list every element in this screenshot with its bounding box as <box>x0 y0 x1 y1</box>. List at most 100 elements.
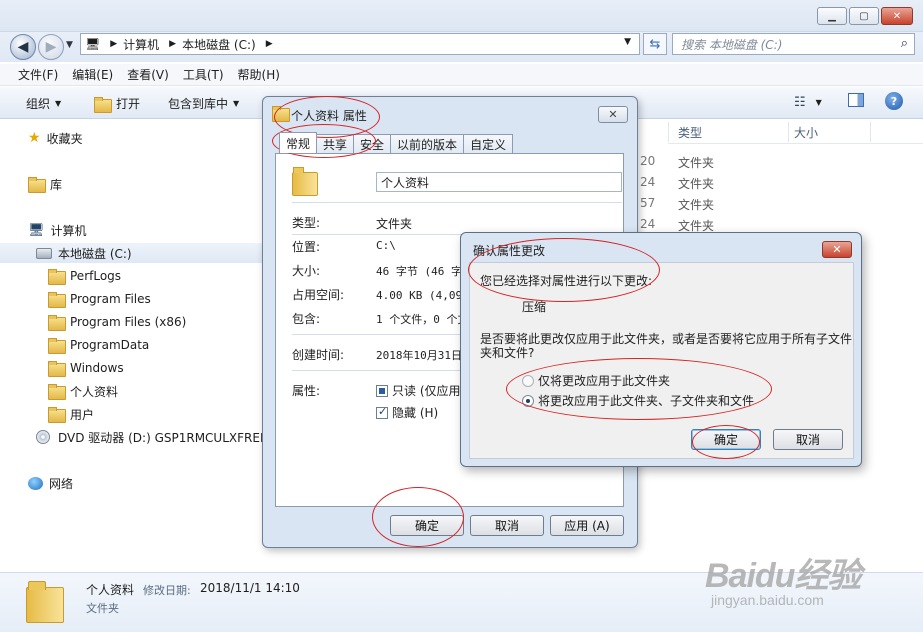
dvd-icon <box>36 430 50 444</box>
open-button[interactable]: 打开 <box>94 95 140 113</box>
refresh-button[interactable]: ⇆ <box>643 33 667 55</box>
library-icon <box>28 177 46 193</box>
question-text: 是否要将此更改仅应用于此文件夹，或者是否要将它应用于所有子文件夹和文件? <box>480 332 853 360</box>
minimize-button[interactable]: ▁ <box>817 7 847 25</box>
preview-pane-button[interactable] <box>848 93 864 107</box>
tree-label: Windows <box>70 361 124 375</box>
folder-icon <box>48 338 66 354</box>
apply-folder-only-radio[interactable]: 仅将更改应用于此文件夹 <box>522 372 670 389</box>
properties-close-button[interactable]: ✕ <box>598 106 628 123</box>
breadcrumb-local-disk[interactable]: 本地磁盘 (C:) <box>182 36 256 53</box>
confirm-ok-button[interactable]: 确定 <box>691 429 761 450</box>
tree-dvd-drive[interactable]: DVD 驱动器 (D:) GSP1RMCULXFRER <box>0 427 268 447</box>
tree-label: Program Files <box>70 292 151 306</box>
folder-large-icon <box>292 166 322 198</box>
maximize-button[interactable]: ▢ <box>849 7 879 25</box>
computer-small-icon: 🖥 <box>85 37 101 51</box>
tab-customize[interactable]: 自定义 <box>463 134 514 153</box>
close-icon: ✕ <box>832 243 842 256</box>
column-separator[interactable] <box>668 122 669 142</box>
tree-favorites[interactable]: ★ 收藏夹 <box>0 128 83 148</box>
tab-sharing[interactable]: 共享 <box>316 134 355 153</box>
organize-button[interactable]: 组织 ▼ <box>26 95 61 112</box>
properties-apply-button[interactable]: 应用 (A) <box>550 515 624 536</box>
folder-icon <box>48 292 66 308</box>
star-icon: ★ <box>28 130 41 146</box>
close-button[interactable]: ✕ <box>881 7 913 25</box>
tab-general[interactable]: 常规 <box>279 132 318 153</box>
tree-folder-program-files[interactable]: Program Files <box>0 289 151 309</box>
file-list-row[interactable]: 57 文件夹 <box>640 193 923 214</box>
apply-all-subfolders-radio[interactable]: 将更改应用于此文件夹、子文件夹和文件 <box>522 392 754 409</box>
hidden-checkbox[interactable]: 隐藏 (H) <box>376 404 438 421</box>
menu-file[interactable]: 文件(F) <box>18 66 58 83</box>
view-options-button[interactable]: ☷ ▼ <box>794 95 822 110</box>
folder-name-value: 个人资料 <box>381 175 430 190</box>
help-button[interactable]: ? <box>885 92 903 110</box>
folder-name-field[interactable]: 个人资料 <box>376 172 622 192</box>
back-button[interactable]: ◀ <box>10 34 36 60</box>
size-label: 大小: <box>292 264 321 278</box>
type-value: 文件夹 <box>376 217 413 231</box>
tree-local-disk[interactable]: 本地磁盘 (C:) <box>0 243 262 263</box>
tree-label: Program Files (x86) <box>70 315 187 329</box>
breadcrumb-arrow-icon[interactable]: ▶ <box>169 39 176 49</box>
column-header-size[interactable]: 大小 <box>794 124 818 141</box>
column-separator[interactable] <box>788 122 789 142</box>
file-list-row[interactable]: 20 文件夹 <box>640 151 923 172</box>
menu-edit[interactable]: 编辑(E) <box>72 66 113 83</box>
confirm-cancel-button[interactable]: 取消 <box>773 429 843 450</box>
search-input[interactable]: 搜索 本地磁盘 (C:) ⌕ <box>672 33 915 55</box>
address-bar[interactable]: 🖥 ▶ 计算机 ▶ 本地磁盘 (C:) ▶ ▼ <box>80 33 640 55</box>
include-in-library-button[interactable]: 包含到库中 ▼ <box>168 95 239 112</box>
file-list-row[interactable]: 24 文件夹 <box>640 172 923 193</box>
navigation-pane: ★ 收藏夹 库 🖥 计算机 本地磁盘 (C:) PerfLogs Program… <box>0 120 268 572</box>
tree-folder-personal-data[interactable]: 个人资料 <box>0 381 118 401</box>
menu-tools[interactable]: 工具(T) <box>183 66 224 83</box>
recent-pages-chevron-icon[interactable]: ▼ <box>66 40 73 50</box>
column-header-type[interactable]: 类型 <box>678 124 702 141</box>
menu-view[interactable]: 查看(V) <box>127 66 169 83</box>
row-type: 文件夹 <box>678 177 715 191</box>
forward-button[interactable]: ▶ <box>38 34 64 60</box>
tree-folder-program-files-x86[interactable]: Program Files (x86) <box>0 312 186 332</box>
include-library-label: 包含到库中 <box>168 97 229 111</box>
tree-network[interactable]: 网络 <box>0 473 73 493</box>
tree-computer[interactable]: 🖥 计算机 <box>0 220 87 240</box>
breadcrumb-arrow-icon[interactable]: ▶ <box>110 39 117 49</box>
network-icon <box>28 476 43 490</box>
tree-label: DVD 驱动器 (D:) GSP1RMCULXFRER <box>58 430 269 445</box>
menu-bar: 文件(F) 编辑(E) 查看(V) 工具(T) 帮助(H) <box>0 64 923 86</box>
tree-folder-programdata[interactable]: ProgramData <box>0 335 149 355</box>
search-icon[interactable]: ⌕ <box>901 36 908 51</box>
row-date: 57 <box>640 196 656 210</box>
computer-icon: 🖥 <box>28 222 45 238</box>
watermark-sub: jingyan.baidu.com <box>711 592 824 608</box>
tree-folder-windows[interactable]: Windows <box>0 358 124 378</box>
breadcrumb-arrow-icon[interactable]: ▶ <box>266 39 273 49</box>
tab-previous-versions[interactable]: 以前的版本 <box>390 134 465 153</box>
column-separator[interactable] <box>870 122 871 142</box>
breadcrumb-computer[interactable]: 计算机 <box>123 36 159 53</box>
folder-title-icon <box>272 106 290 122</box>
tree-label: 库 <box>50 177 63 192</box>
menu-help[interactable]: 帮助(H) <box>238 66 280 83</box>
radio-indicator <box>522 375 534 387</box>
organize-label: 组织 <box>26 97 51 111</box>
confirm-close-button[interactable]: ✕ <box>822 241 852 258</box>
file-list-header: 类型 大小 <box>668 120 923 144</box>
chevron-down-icon: ▼ <box>55 99 62 108</box>
hidden-label: 隐藏 (H) <box>392 406 439 420</box>
properties-cancel-button[interactable]: 取消 <box>470 515 544 536</box>
option1-label: 仅将更改应用于此文件夹 <box>538 374 671 388</box>
tab-security[interactable]: 安全 <box>353 134 392 153</box>
location-label: 位置: <box>292 240 321 254</box>
properties-ok-button[interactable]: 确定 <box>390 515 464 536</box>
tree-libraries[interactable]: 库 <box>0 174 62 194</box>
row-type: 文件夹 <box>678 198 715 212</box>
tree-label: 收藏夹 <box>46 131 83 146</box>
folder-icon <box>48 384 66 400</box>
tree-folder-perflogs[interactable]: PerfLogs <box>0 266 121 286</box>
tree-folder-users[interactable]: 用户 <box>0 404 94 424</box>
address-dropdown-icon[interactable]: ▼ <box>624 37 631 47</box>
